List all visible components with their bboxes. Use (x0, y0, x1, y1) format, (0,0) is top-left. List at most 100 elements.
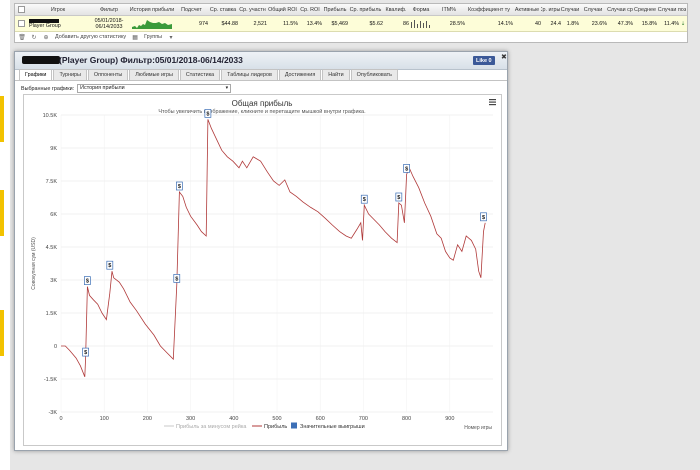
legend-profit[interactable]: Прибыль (264, 424, 287, 430)
big-win-marker[interactable]: $ (176, 181, 183, 191)
panel-titlebar: (Player Group) Фильтр:05/01/2018-06/14/2… (15, 52, 507, 70)
count-value: 974 (199, 20, 208, 27)
select-all-checkbox[interactable] (15, 4, 27, 15)
col-cases-1[interactable]: Случаи (561, 4, 579, 15)
tab-find[interactable]: Найти (322, 69, 350, 80)
col-avg-roi[interactable]: Ср. ROI (298, 4, 322, 15)
form-indicator (411, 19, 430, 28)
table-row[interactable]: Player Group 05/01/2018- 06/14/2033 974 … (15, 16, 687, 32)
big-win-marker[interactable]: $ (360, 194, 368, 204)
graphs-tab-content: Выбранные графики: История прибыли ▾ Общ… (15, 80, 507, 451)
avg-games-value: 24.4 (550, 20, 562, 27)
col-avg-games[interactable]: Ср. игры / (541, 4, 561, 15)
col-cases-3[interactable]: Случаи ср (607, 4, 633, 15)
panel-title: (Player Group) Фильтр:05/01/2018-06/14/2… (59, 55, 243, 65)
x-tick-label: 200 (143, 416, 152, 422)
col-form[interactable]: Форма (409, 4, 433, 15)
cases-1-value: 1.8% (566, 20, 579, 27)
big-win-marker[interactable]: $ (84, 276, 91, 285)
chart-subtitle: Чтобы увеличить изображение, кликните и … (158, 108, 366, 115)
form-bars (409, 16, 433, 31)
col-coef[interactable]: Коэффициент ту (465, 4, 513, 15)
x-tick-label: 100 (100, 416, 109, 422)
stats-table: Игрок Фильтр История прибыли Подсчет Ср.… (14, 3, 688, 43)
row-checkbox[interactable] (15, 16, 27, 31)
col-qualif[interactable]: Квалиф. (383, 4, 409, 15)
groups-dropdown[interactable]: Группы (144, 34, 162, 40)
tab-tournaments[interactable]: Турниры (53, 69, 87, 80)
col-filter[interactable]: Фильтр (89, 4, 129, 15)
facebook-like-button[interactable]: Like 0 (473, 56, 495, 65)
tab-leaderboards[interactable]: Таблицы лидеров (221, 69, 278, 80)
average-value: 15.8% (641, 20, 657, 27)
col-active[interactable]: Активные (513, 4, 541, 15)
tab-statistics[interactable]: Статистика (179, 69, 221, 80)
left-accent-bar (0, 96, 4, 142)
col-count[interactable]: Подсчет (175, 4, 208, 15)
player-cell[interactable]: Player Group (27, 16, 91, 31)
legend-big-wins[interactable]: Значительные выигрыши (300, 424, 365, 430)
big-win-label: $ (405, 166, 408, 172)
cases-pos-value: 11.4% (664, 20, 679, 27)
tab-achievements[interactable]: Достижения (278, 69, 322, 80)
col-profit[interactable]: Прибыль (322, 4, 348, 15)
chevron-down-icon: ▾ (225, 85, 229, 91)
delete-icon[interactable]: 🗑 (18, 34, 26, 41)
refresh-icon[interactable]: ↻ (31, 34, 37, 41)
col-average[interactable]: Среднее (633, 4, 657, 15)
col-cases-2[interactable]: Случаи (579, 4, 607, 15)
cases-3-value: 47.3% (617, 20, 633, 27)
big-win-label: $ (206, 111, 209, 117)
big-win-marker[interactable]: $ (173, 274, 181, 283)
graph-select-dropdown[interactable]: История прибыли ▾ (77, 84, 232, 93)
stats-table-header: Игрок Фильтр История прибыли Подсчет Ср.… (15, 4, 687, 16)
add-icon[interactable]: ⊕ (43, 34, 49, 41)
close-icon[interactable]: ✖ (501, 53, 507, 61)
profit-series-line (61, 119, 486, 377)
x-tick-label: 800 (402, 416, 411, 422)
coef-value: 14.1% (497, 20, 513, 27)
y-tick-label: 9K (50, 146, 57, 152)
big-win-label: $ (175, 276, 178, 282)
tab-publish[interactable]: Опубликовать (350, 69, 398, 80)
filter-end: 06/14/2033 (95, 23, 123, 30)
x-tick-label: 300 (186, 416, 195, 422)
x-axis-label: Номер игры (464, 425, 492, 431)
col-total-roi[interactable]: Общий ROI (267, 4, 298, 15)
col-avg-entrants[interactable]: Ср. участн (238, 4, 267, 15)
col-avg-profit[interactable]: Ср. прибыль (348, 4, 383, 15)
cases-2-value: 23.6% (591, 20, 607, 27)
big-win-marker[interactable]: $ (106, 260, 114, 270)
tab-favorite-games[interactable]: Любимые игры (129, 69, 179, 80)
chart-legend: Прибыль за минусом рейка Прибыль Значите… (164, 422, 365, 430)
profit-chart-container[interactable]: Общая прибыль Чтобы увеличить изображени… (23, 94, 502, 446)
big-win-marker[interactable]: $ (395, 192, 403, 202)
big-win-marker[interactable]: $ (82, 347, 89, 357)
groups-icon: ▦ (132, 34, 138, 41)
big-win-label: $ (482, 215, 485, 221)
graph-select-label: Выбранные графики: (21, 85, 75, 92)
big-win-marker[interactable]: $ (204, 109, 212, 118)
chart-menu-icon[interactable] (489, 99, 496, 106)
legend-net-profit[interactable]: Прибыль за минусом рейка (176, 423, 247, 430)
profit-value: $5,469 (331, 20, 349, 27)
chevron-down-icon[interactable]: ▾ (168, 34, 174, 41)
panel-tabs: Графики Турниры Оппоненты Любимые игры С… (19, 69, 398, 80)
x-tick-label: 700 (359, 416, 368, 422)
col-player[interactable]: Игрок (27, 4, 89, 15)
player-name-redaction (22, 56, 60, 64)
big-win-marker[interactable]: $ (480, 212, 487, 222)
y-tick-label: -1.5K (44, 377, 57, 383)
col-profit-history[interactable]: История прибыли (129, 4, 175, 15)
col-cases-pos[interactable]: Случаи поз (657, 4, 687, 15)
big-win-marker[interactable]: $ (403, 164, 410, 173)
profit-sparkline[interactable] (129, 16, 175, 31)
tab-opponents[interactable]: Оппоненты (87, 69, 129, 80)
col-itm[interactable]: ITM% (433, 4, 465, 15)
tab-graphs[interactable]: Графики (19, 69, 53, 80)
legend-swatch-big-wins (291, 422, 297, 429)
add-stats-link[interactable]: Добавить другую статистику (55, 34, 126, 40)
x-tick-label: 500 (272, 416, 281, 422)
profit-chart[interactable]: Общая прибыль Чтобы увеличить изображени… (24, 95, 501, 445)
col-avg-stake[interactable]: Ср. ставка (208, 4, 238, 15)
